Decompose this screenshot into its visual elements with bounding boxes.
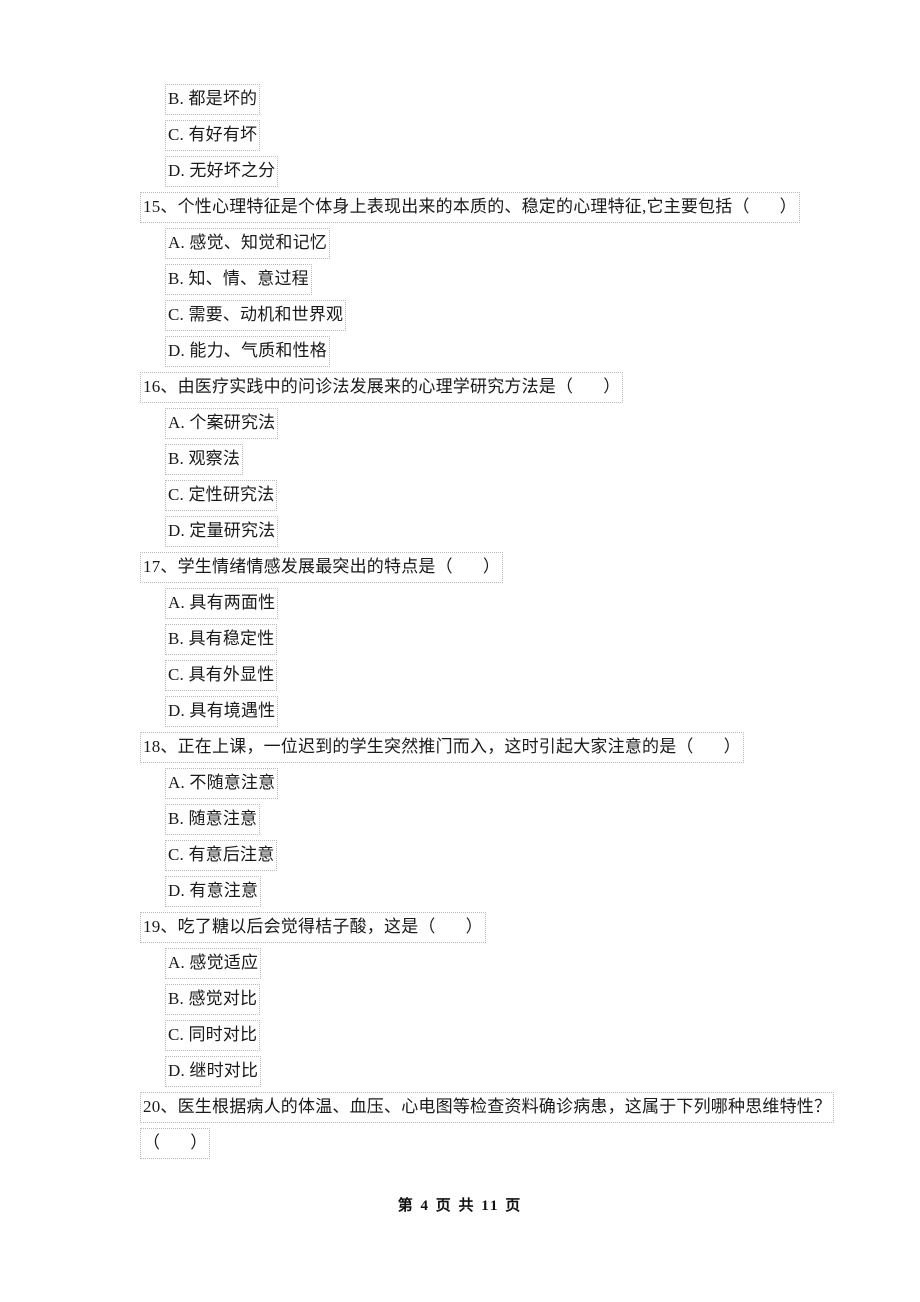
question-stem: 18、正在上课，一位迟到的学生突然推门而入，这时引起大家注意的是（ ） — [0, 730, 920, 766]
option-label: C. 有好有坏 — [165, 120, 261, 151]
option-label: A. 不随意注意 — [165, 768, 279, 799]
list-item: D. 继时对比 — [0, 1054, 920, 1090]
question-stem-body: 吃了糖以后会觉得桔子酸，这是（ — [177, 917, 436, 936]
question-stem-text: 17、学生情绪情感发展最突出的特点是（ ） — [140, 552, 504, 583]
footer-total-pages: 11 — [481, 1198, 500, 1214]
list-item: D. 能力、气质和性格 — [0, 334, 920, 370]
list-item: B. 具有稳定性 — [0, 622, 920, 658]
option-label: B. 观察法 — [165, 444, 244, 475]
option-label: D. 继时对比 — [165, 1056, 262, 1087]
question-stem-body: 个性心理特征是个体身上表现出来的本质的、稳定的心理特征,它主要包括（ — [177, 197, 750, 216]
question-stem-close: ） — [779, 197, 797, 216]
list-item: B. 观察法 — [0, 442, 920, 478]
option-label: B. 感觉对比 — [165, 984, 261, 1015]
list-item: C. 有好有坏 — [0, 118, 920, 154]
question-stem: 15、个性心理特征是个体身上表现出来的本质的、稳定的心理特征,它主要包括（ ） — [0, 190, 920, 226]
list-item: A. 感觉适应 — [0, 946, 920, 982]
question-stem-text: 19、吃了糖以后会觉得桔子酸，这是（ ） — [140, 912, 486, 943]
list-item: B. 知、情、意过程 — [0, 262, 920, 298]
list-item: C. 有意后注意 — [0, 838, 920, 874]
list-item: A. 不随意注意 — [0, 766, 920, 802]
question-stem-continuation-close: ） — [190, 1133, 208, 1152]
question-stem-body: 学生情绪情感发展最突出的特点是（ — [177, 557, 453, 576]
question-list: B. 都是坏的 C. 有好有坏 D. 无好坏之分 15、个性心理特征是个体身上表… — [0, 82, 920, 1162]
option-label: B. 知、情、意过程 — [165, 264, 312, 295]
question-stem: 16、由医疗实践中的问诊法发展来的心理学研究方法是（ ） — [0, 370, 920, 406]
option-label: C. 有意后注意 — [165, 840, 278, 871]
option-label: B. 都是坏的 — [165, 84, 261, 115]
question-stem-body: 正在上课，一位迟到的学生突然推门而入，这时引起大家注意的是（ — [177, 737, 694, 756]
page-footer: 第 4 页 共 11 页 — [0, 1194, 920, 1215]
option-label: D. 有意注意 — [165, 876, 262, 907]
question-stem-text: 15、个性心理特征是个体身上表现出来的本质的、稳定的心理特征,它主要包括（ ） — [140, 192, 800, 223]
footer-middle: 页 共 — [435, 1198, 476, 1214]
list-item: D. 具有境遇性 — [0, 694, 920, 730]
list-item: B. 都是坏的 — [0, 82, 920, 118]
list-item: B. 感觉对比 — [0, 982, 920, 1018]
question-number: 17、 — [143, 557, 178, 576]
option-label: C. 具有外显性 — [165, 660, 278, 691]
footer-suffix: 页 — [505, 1198, 523, 1214]
list-item: C. 同时对比 — [0, 1018, 920, 1054]
option-label: A. 个案研究法 — [165, 408, 279, 439]
question-stem-continuation-open: （ — [143, 1133, 161, 1152]
question-stem-body: 由医疗实践中的问诊法发展来的心理学研究方法是（ — [177, 377, 574, 396]
list-item: D. 无好坏之分 — [0, 154, 920, 190]
question-number: 15、 — [143, 197, 178, 216]
option-label: C. 需要、动机和世界观 — [165, 300, 347, 331]
list-item: A. 具有两面性 — [0, 586, 920, 622]
option-label: C. 定性研究法 — [165, 480, 278, 511]
question-stem-text: 16、由医疗实践中的问诊法发展来的心理学研究方法是（ ） — [140, 372, 624, 403]
question-stem-continuation: （） — [0, 1126, 920, 1162]
list-item: D. 定量研究法 — [0, 514, 920, 550]
question-stem-close: ） — [482, 557, 501, 576]
answer-parenthesis: （） — [140, 1128, 211, 1159]
list-item: A. 感觉、知觉和记忆 — [0, 226, 920, 262]
question-number: 18、 — [143, 737, 178, 756]
list-item: C. 需要、动机和世界观 — [0, 298, 920, 334]
option-label: D. 无好坏之分 — [165, 156, 279, 187]
list-item: B. 随意注意 — [0, 802, 920, 838]
question-stem: 20、医生根据病人的体温、血压、心电图等检查资料确诊病患，这属于下列哪种思维特性… — [0, 1090, 920, 1126]
option-label: A. 具有两面性 — [165, 588, 279, 619]
question-number: 16、 — [143, 377, 178, 396]
question-number: 20、 — [143, 1097, 178, 1116]
list-item: A. 个案研究法 — [0, 406, 920, 442]
option-label: D. 具有境遇性 — [165, 696, 279, 727]
list-item: D. 有意注意 — [0, 874, 920, 910]
option-label: B. 随意注意 — [165, 804, 261, 835]
option-label: D. 能力、气质和性格 — [165, 336, 330, 367]
document-page: B. 都是坏的 C. 有好有坏 D. 无好坏之分 15、个性心理特征是个体身上表… — [0, 0, 920, 1302]
question-stem-close: ） — [603, 377, 621, 396]
option-label: B. 具有稳定性 — [165, 624, 278, 655]
question-stem-body: 医生根据病人的体温、血压、心电图等检查资料确诊病患，这属于下列哪种思维特性？ — [177, 1097, 832, 1116]
question-stem: 19、吃了糖以后会觉得桔子酸，这是（ ） — [0, 910, 920, 946]
question-stem-text: 20、医生根据病人的体温、血压、心电图等检查资料确诊病患，这属于下列哪种思维特性… — [140, 1092, 835, 1123]
question-stem-close: ） — [723, 737, 741, 756]
list-item: C. 定性研究法 — [0, 478, 920, 514]
list-item: C. 具有外显性 — [0, 658, 920, 694]
question-stem-text: 18、正在上课，一位迟到的学生突然推门而入，这时引起大家注意的是（ ） — [140, 732, 744, 763]
question-number: 19、 — [143, 917, 178, 936]
option-label: D. 定量研究法 — [165, 516, 279, 547]
question-stem-close: ） — [465, 917, 483, 936]
footer-prefix: 第 — [397, 1198, 415, 1214]
question-stem: 17、学生情绪情感发展最突出的特点是（ ） — [0, 550, 920, 586]
option-label: C. 同时对比 — [165, 1020, 261, 1051]
option-label: A. 感觉、知觉和记忆 — [165, 228, 330, 259]
footer-current-page: 4 — [420, 1198, 431, 1214]
option-label: A. 感觉适应 — [165, 948, 262, 979]
